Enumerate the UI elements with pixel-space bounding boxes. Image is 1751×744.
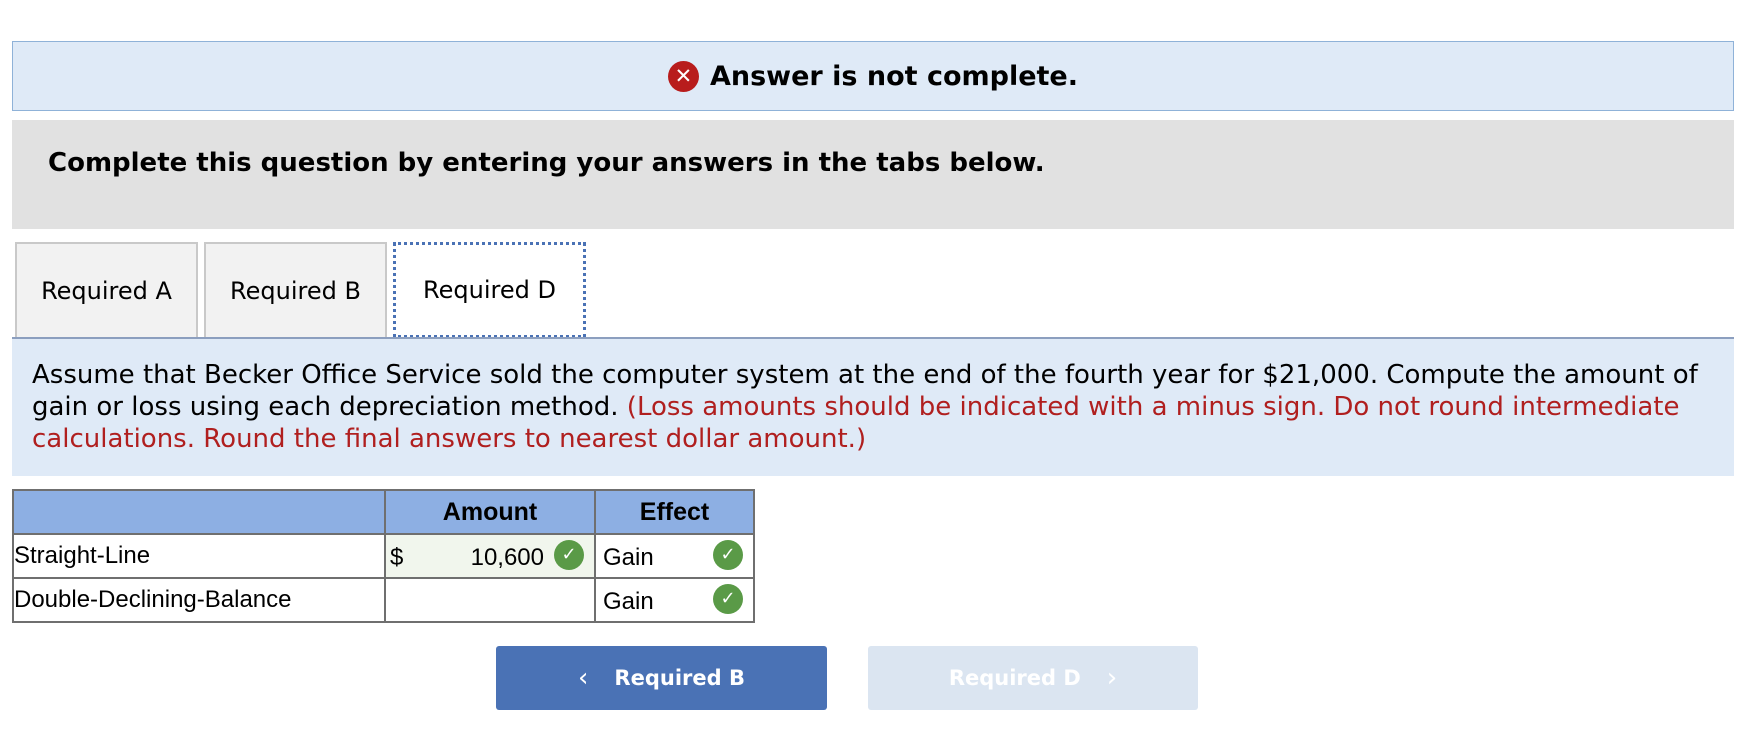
answer-table: Amount Effect Straight-Line $ 10,600 ✓ G… [12, 489, 755, 623]
row-label: Double-Declining-Balance [12, 577, 386, 623]
chevron-right-icon: › [1106, 663, 1118, 693]
amount-value: 10,600 [470, 544, 544, 571]
table-header-row: Amount Effect [12, 489, 755, 535]
effect-select-double-declining[interactable]: Gain ✓ [594, 577, 755, 623]
question-text: Assume that Becker Office Service sold t… [32, 359, 1714, 455]
row-label: Straight-Line [12, 533, 386, 579]
tab-required-a[interactable]: Required A [15, 242, 198, 338]
header-amount: Amount [384, 489, 596, 535]
header-label [12, 489, 386, 535]
error-x-icon: ✕ [667, 60, 699, 92]
table-row: Straight-Line $ 10,600 ✓ Gain ✓ [12, 533, 755, 579]
question-box: Assume that Becker Office Service sold t… [12, 339, 1734, 476]
table-row: Double-Declining-Balance Gain ✓ [12, 577, 755, 623]
prev-required-b-button[interactable]: ‹ Required B [496, 646, 827, 710]
effect-value: Gain [603, 588, 654, 615]
chevron-left-icon: ‹ [578, 663, 589, 693]
effect-value: Gain [603, 544, 654, 571]
header-effect: Effect [594, 489, 755, 535]
check-icon: ✓ [554, 540, 584, 570]
amount-input-double-declining[interactable] [384, 577, 596, 623]
check-icon: ✓ [713, 540, 743, 570]
tab-required-d[interactable]: Required D [393, 242, 586, 338]
amount-input-straight-line[interactable]: $ 10,600 ✓ [384, 533, 596, 579]
currency-symbol: $ [390, 544, 404, 571]
check-icon: ✓ [713, 584, 743, 614]
effect-select-straight-line[interactable]: Gain ✓ [594, 533, 755, 579]
prev-button-label: Required B [614, 666, 745, 690]
tab-required-b[interactable]: Required B [204, 242, 387, 338]
answer-status-banner: ✕ Answer is not complete. [12, 41, 1734, 111]
next-required-d-button[interactable]: Required D › [868, 646, 1198, 710]
status-text: Answer is not complete. [709, 60, 1079, 92]
next-button-label: Required D [948, 666, 1081, 690]
instruction-text: Complete this question by entering your … [48, 148, 1045, 178]
instruction-box: Complete this question by entering your … [12, 120, 1734, 229]
